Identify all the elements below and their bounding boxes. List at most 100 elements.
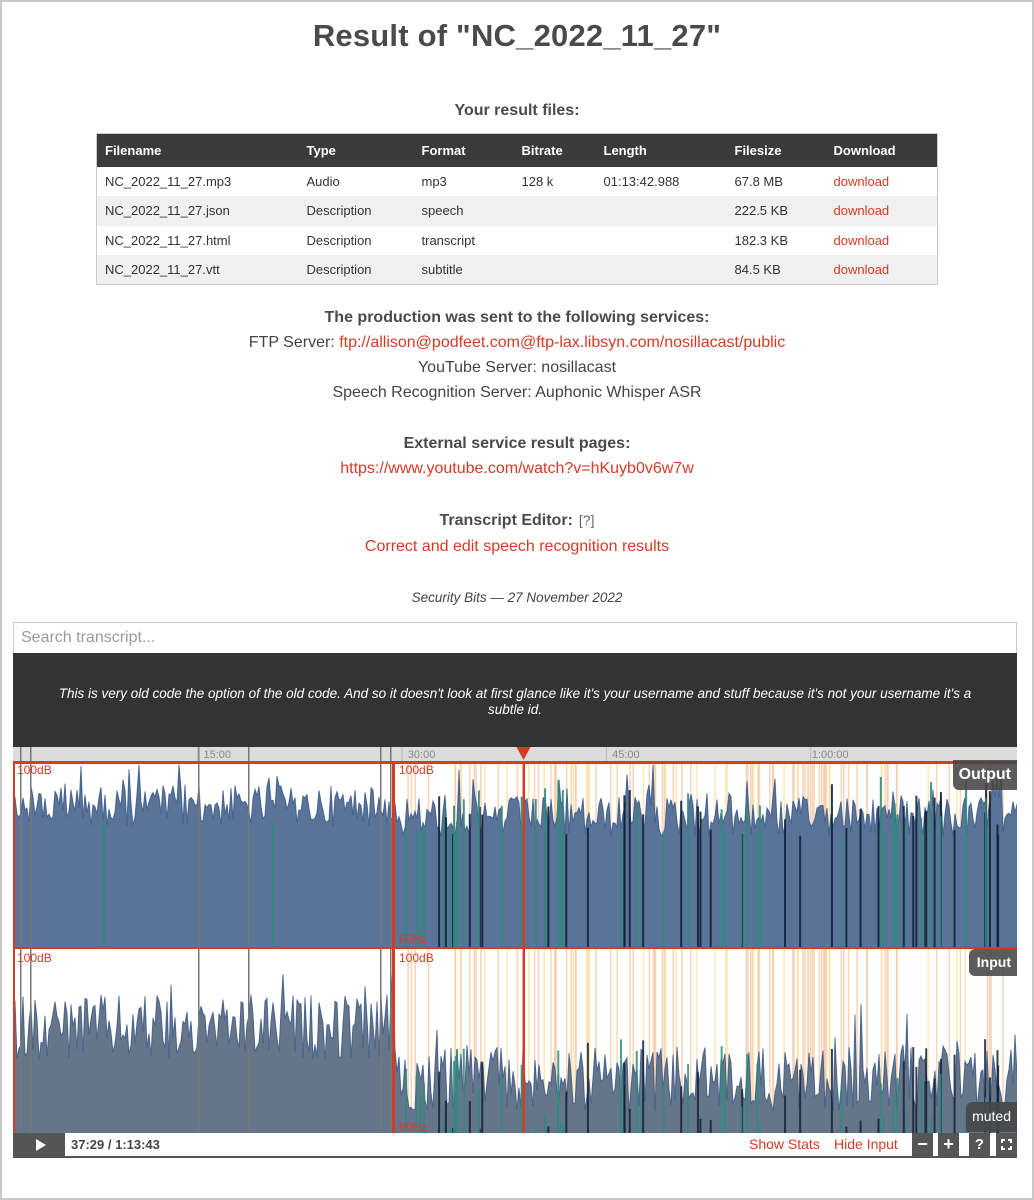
input-muted-badge[interactable]: muted — [966, 1102, 1017, 1132]
output-segment-bar — [709, 829, 712, 947]
output-segment-bar — [468, 813, 471, 947]
output-segment-bar — [586, 827, 589, 947]
cell-filename: NC_2022_11_27.html — [105, 232, 231, 248]
timeline-tick-label: 1:00:00 — [812, 749, 849, 761]
output-segment-bar — [996, 824, 999, 947]
output-segment-bar — [103, 821, 105, 947]
output-segment-bar — [680, 800, 683, 947]
input-segment-bar — [453, 1061, 456, 1135]
timeline-tick-line — [197, 747, 199, 761]
left-border — [13, 761, 15, 1135]
output-segment-bar — [699, 811, 702, 947]
input-segment-bar — [623, 1084, 626, 1135]
input-segment-bar — [680, 1086, 683, 1135]
table-row: NC_2022_11_27.vtt Description subtitle 8… — [96, 255, 938, 285]
output-segment-bar — [845, 828, 848, 947]
download-link[interactable]: download — [834, 233, 890, 248]
output-segment-bar — [635, 802, 638, 947]
output-track-label[interactable]: Output — [952, 760, 1017, 790]
page-title: Result of "NC_2022_11_27" — [312, 18, 722, 53]
cell-bitrate — [513, 255, 596, 285]
external-results-section: External service result pages: https://w… — [2, 431, 1032, 481]
output-segment-bar — [419, 832, 422, 947]
output-segment-bar — [859, 808, 862, 947]
services-heading: The production was sent to the following… — [324, 309, 710, 326]
output-segment-bar — [933, 797, 936, 947]
table-row: NC_2022_11_27.json Description speech 22… — [96, 196, 938, 226]
output-segment-bar — [912, 815, 915, 947]
input-segment-bar — [799, 1069, 802, 1135]
zoom-out-button[interactable]: − — [912, 1133, 933, 1156]
download-link[interactable]: download — [834, 262, 890, 277]
output-segment-bar — [534, 799, 537, 947]
question-icon: ? — [974, 1136, 985, 1153]
input-segment-bar — [896, 1078, 899, 1135]
output-segment-bar — [642, 814, 645, 947]
download-link[interactable]: download — [834, 203, 890, 218]
output-segment-bar — [272, 821, 274, 947]
cell-type: Description — [298, 255, 414, 285]
transcript-editor-help[interactable]: [?] — [579, 512, 595, 528]
input-segment-bar — [565, 1091, 568, 1135]
column-header-type: Type — [298, 133, 414, 167]
download-link[interactable]: download — [834, 174, 890, 189]
cell-length — [595, 196, 727, 226]
output-segment-bar — [953, 830, 956, 947]
output-segment-bar — [723, 830, 726, 947]
input-segment-bar — [953, 1054, 956, 1135]
column-header-filesize: Filesize — [726, 133, 826, 167]
output-segment-bar — [477, 790, 480, 947]
show-stats-button[interactable]: Show Stats — [749, 1136, 820, 1152]
output-segment-bar — [405, 826, 408, 947]
timeline-tick-label: 30:00 — [408, 749, 436, 761]
input-segment-bar — [662, 1084, 665, 1135]
search-transcript-input[interactable] — [13, 622, 1017, 653]
player-title: Security Bits — 27 November 2022 — [411, 590, 623, 605]
output-segment-bar — [920, 817, 923, 947]
speech-server-line: Speech Recognition Server: Auphonic Whis… — [332, 384, 702, 401]
output-segment-bar — [840, 835, 843, 947]
result-files-heading: Your result files: — [454, 102, 580, 119]
input-segment-bar — [477, 1088, 480, 1135]
input-segment-bar — [723, 1069, 726, 1135]
playhead-line — [522, 761, 526, 1135]
waveform-svg[interactable]: 100dB 100dB 60Hz 100dB 100dB 60Hz 15:00 30:00 45… — [13, 747, 1017, 1137]
hide-input-button[interactable]: Hide Input — [834, 1136, 898, 1152]
play-icon — [35, 1138, 46, 1151]
column-header-filename: Filename — [96, 133, 299, 167]
column-header-format: Format — [413, 133, 514, 167]
table-header-row: Filename Type Format Bitrate Length File… — [96, 133, 938, 167]
ftp-server-label: FTP Server: — [248, 334, 340, 351]
output-segment-bar — [696, 806, 699, 947]
output-segment-bar — [449, 832, 452, 947]
output-segment-bar — [877, 806, 880, 947]
ftp-server-link[interactable]: ftp://allison@podfeet.com@ftp-lax.libsyn… — [339, 334, 785, 351]
input-segment-bar — [912, 1047, 915, 1135]
youtube-result-link[interactable]: https://www.youtube.com/watch?v=hKuyb0v6… — [340, 460, 694, 477]
play-button[interactable] — [13, 1133, 65, 1156]
input-track-label[interactable]: Input — [968, 949, 1017, 976]
input-segment-bar — [784, 1095, 787, 1135]
cut-marker-line — [198, 747, 200, 1135]
cut-marker-line — [390, 747, 392, 1135]
help-button[interactable]: ? — [969, 1133, 990, 1156]
fullscreen-button[interactable] — [996, 1133, 1017, 1156]
input-segment-bar — [830, 1048, 833, 1135]
transcript-editor-label: Transcript Editor: — [439, 512, 573, 529]
input-segment-bar — [756, 1063, 759, 1135]
waveform-area[interactable]: 100dB 100dB 60Hz 100dB 100dB 60Hz 15:00 30:00 45… — [13, 747, 1017, 1158]
output-segment-bar — [882, 833, 885, 947]
input-level-top-label: 100dB — [399, 951, 434, 965]
transcript-editor-link[interactable]: Correct and edit speech recognition resu… — [365, 538, 669, 555]
timeline-tick-label: 45:00 — [612, 749, 640, 761]
column-header-download: Download — [825, 133, 938, 167]
output-level-top-label: 100dB — [399, 763, 434, 777]
output-segment-bar — [799, 835, 802, 947]
input-segment-bar — [557, 1074, 560, 1135]
input-segment-bar — [933, 1078, 936, 1135]
minus-icon: − — [917, 1134, 928, 1154]
zoom-in-button[interactable]: + — [938, 1133, 959, 1156]
cell-filesize: 84.5 KB — [726, 255, 826, 285]
input-segment-bar — [696, 1072, 699, 1135]
output-segment-bar — [740, 834, 743, 947]
